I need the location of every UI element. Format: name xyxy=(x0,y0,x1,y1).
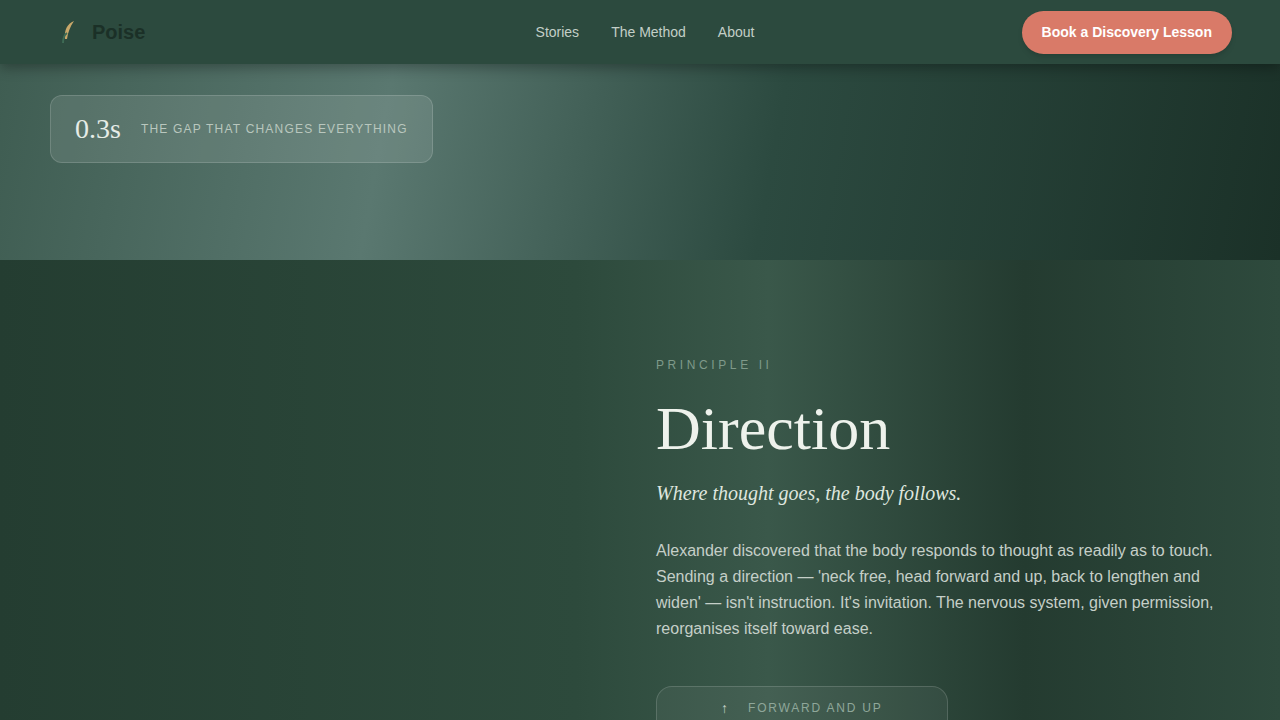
nav-link[interactable]: The Method xyxy=(611,22,686,43)
stat-card: 0.3s THE GAP THAT CHANGES EVERYTHING xyxy=(50,95,433,163)
cue-card: ↑ FORWARD AND UP xyxy=(656,686,948,720)
stat-label: THE GAP THAT CHANGES EVERYTHING xyxy=(141,120,408,138)
hero-photo: 0.3s THE GAP THAT CHANGES EVERYTHING xyxy=(0,64,1280,260)
nav-link[interactable]: Stories xyxy=(536,22,580,43)
cue-label: FORWARD AND UP xyxy=(748,699,883,717)
principle-section: PRINCIPLE II Direction Where thought goes,… xyxy=(0,260,1280,720)
principle-title: Direction xyxy=(656,394,1230,462)
logo-text: Poise xyxy=(92,17,145,47)
arrow-up-icon: ↑ xyxy=(721,698,728,719)
principle-body: Alexander discovered that the body respo… xyxy=(656,538,1226,642)
nav-link[interactable]: About xyxy=(718,22,755,43)
stat-value: 0.3s xyxy=(75,108,121,150)
page: Poise Stories The Method About Book a Discov… xyxy=(0,0,1280,720)
logo[interactable]: Poise xyxy=(58,17,358,47)
nav-bar: Poise Stories The Method About Book a Discov… xyxy=(0,0,1280,64)
feather-icon xyxy=(58,19,80,45)
principle-subtitle: Where thought goes, the body follows. xyxy=(656,478,1230,508)
principle-eyebrow: PRINCIPLE II xyxy=(656,356,1230,374)
book-button[interactable]: Book a Discovery Lesson xyxy=(1022,11,1232,54)
nav-links: Stories The Method About xyxy=(536,22,755,43)
